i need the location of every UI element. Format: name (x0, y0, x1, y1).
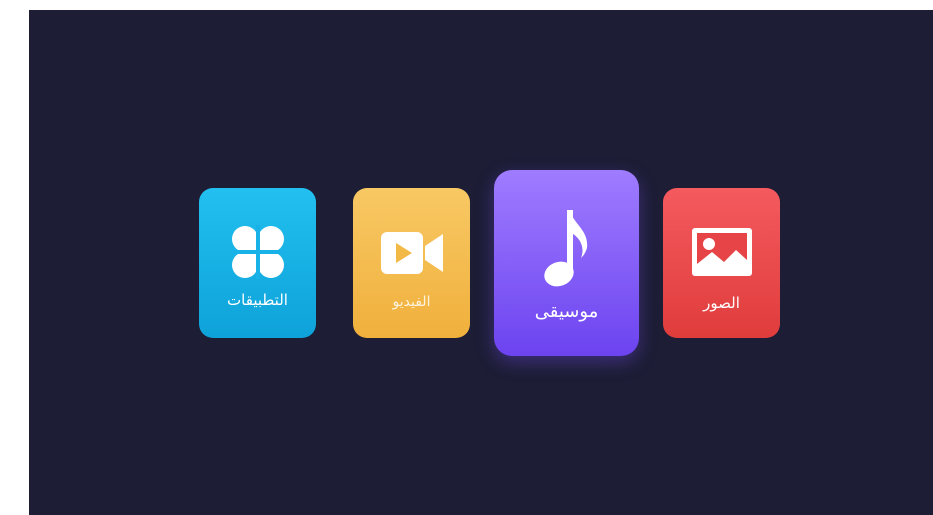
video-camera-icon (380, 232, 443, 274)
tile-video-label: الفيديو (392, 294, 431, 310)
apps-clover-icon (230, 225, 285, 279)
tile-photos-label: الصور (703, 294, 740, 312)
launcher-screen: التطبيقات الفيديو موسيقى الصور (29, 10, 933, 515)
tile-music[interactable]: موسيقى (494, 170, 639, 356)
tile-music-label: موسيقى (534, 301, 599, 322)
tile-apps-label: التطبيقات (227, 291, 288, 309)
image-icon (691, 228, 752, 276)
tile-apps[interactable]: التطبيقات (199, 188, 316, 338)
tile-video[interactable]: الفيديو (353, 188, 470, 338)
tile-photos[interactable]: الصور (663, 188, 780, 338)
music-note-icon (543, 210, 587, 287)
